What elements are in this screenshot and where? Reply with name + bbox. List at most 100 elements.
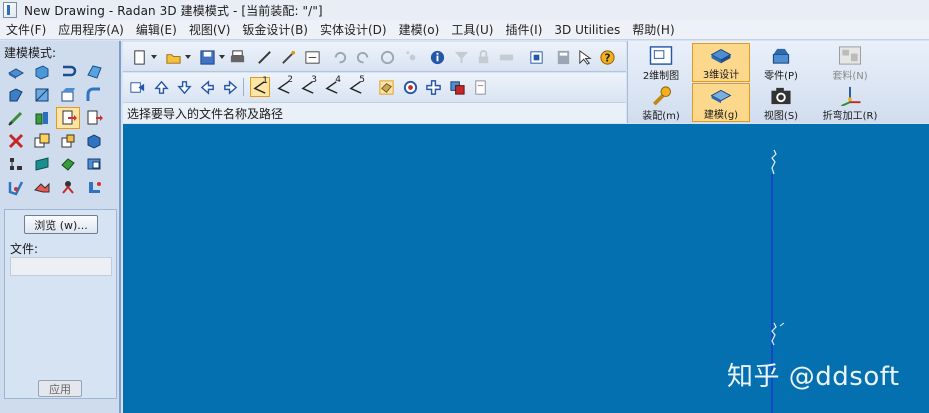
- snap-button[interactable]: [402, 47, 422, 67]
- ruler-button[interactable]: [496, 47, 516, 67]
- mode-part-button[interactable]: 零件(P): [752, 43, 810, 82]
- undo-button[interactable]: [329, 47, 349, 67]
- print-button[interactable]: [227, 47, 247, 67]
- dropdown-arrow[interactable]: [151, 55, 157, 59]
- menu-3d-utilities[interactable]: 3D Utilities: [548, 23, 626, 37]
- magic-pen-button[interactable]: [278, 47, 298, 67]
- file-path-input[interactable]: [10, 257, 112, 276]
- mode-design-3d-button[interactable]: 3维设计: [692, 43, 750, 82]
- refresh-button[interactable]: [302, 47, 322, 67]
- mode-assembly-button[interactable]: 装配(m): [632, 83, 690, 122]
- 3d-viewport[interactable]: 知乎 @ddsoft: [123, 124, 929, 413]
- save-button[interactable]: [197, 47, 217, 67]
- chamfer-icon: [35, 88, 49, 102]
- menu-help[interactable]: 帮助(H): [626, 21, 680, 38]
- bend-tool-button[interactable]: [82, 84, 106, 106]
- mode-modeling-button[interactable]: 建模(g): [692, 83, 750, 122]
- apply-button[interactable]: 应用: [38, 380, 82, 397]
- dropdown-arrow[interactable]: [219, 55, 225, 59]
- loft-tool-button[interactable]: [82, 61, 106, 83]
- modeling-tool-grid: [4, 61, 108, 199]
- filter-button[interactable]: [451, 47, 471, 67]
- menu-application[interactable]: 应用程序(A): [52, 21, 130, 38]
- nav-first-button[interactable]: [127, 77, 147, 97]
- edit-tool-button[interactable]: [4, 176, 28, 198]
- transform-tool-button[interactable]: [82, 176, 106, 198]
- mode-camera-button[interactable]: 视图(S): [752, 83, 810, 122]
- help-button[interactable]: ?: [597, 47, 617, 67]
- view-layout-3-button[interactable]: 3: [298, 75, 318, 97]
- sweep-icon: [63, 65, 77, 77]
- import-file-icon: [62, 110, 77, 125]
- shell-tool-button[interactable]: [56, 84, 80, 106]
- delete-icon: [8, 133, 24, 149]
- layers-button[interactable]: [447, 77, 467, 97]
- refresh-icon: [304, 50, 320, 64]
- menu-plugins[interactable]: 插件(I): [499, 21, 548, 38]
- align-tool-button[interactable]: [4, 153, 28, 175]
- menu-modeling[interactable]: 建模(o): [393, 21, 446, 38]
- open-button[interactable]: [163, 47, 183, 67]
- nav-left-button[interactable]: [197, 77, 217, 97]
- revolve-tool-button[interactable]: [30, 61, 54, 83]
- sweep-tool-button[interactable]: [56, 61, 80, 83]
- crosshair-button[interactable]: [423, 77, 443, 97]
- mode-bend-process-button[interactable]: 折弯加工(R): [816, 83, 884, 122]
- import-file-tool-button[interactable]: [56, 107, 80, 129]
- mode-nesting-button[interactable]: 套料(N): [816, 43, 884, 82]
- mirror-tool-button[interactable]: [82, 130, 106, 152]
- ruler-icon: [499, 54, 513, 60]
- menu-file[interactable]: 文件(F): [0, 21, 52, 38]
- nav-down-button[interactable]: [174, 77, 194, 97]
- pattern-tool-button[interactable]: [56, 130, 80, 152]
- info-button[interactable]: [427, 47, 447, 67]
- menu-edit[interactable]: 编辑(E): [130, 21, 183, 38]
- delete-tool-button[interactable]: [4, 130, 28, 152]
- view-layout-5-button[interactable]: 5: [346, 75, 366, 97]
- export-file-tool-button[interactable]: [82, 107, 106, 129]
- view-layout-number: 1: [262, 76, 268, 86]
- unite-tool-button[interactable]: [56, 153, 80, 175]
- target-button[interactable]: [400, 77, 420, 97]
- menu-view[interactable]: 视图(V): [183, 21, 237, 38]
- rotate-button[interactable]: [377, 47, 397, 67]
- chamfer-tool-button[interactable]: [30, 84, 54, 106]
- lock-icon: [478, 49, 488, 63]
- document-button[interactable]: [470, 77, 490, 97]
- menu-solid-design[interactable]: 实体设计(D): [314, 21, 393, 38]
- bend-icon: [86, 87, 100, 101]
- hole-tool-button[interactable]: [4, 107, 28, 129]
- mode-button-label: 套料(N): [832, 71, 868, 82]
- cylinder-tool-button[interactable]: [30, 107, 54, 129]
- extrude-tool-button[interactable]: [4, 61, 28, 83]
- view-layout-4-button[interactable]: 4: [322, 75, 342, 97]
- nav-up-button[interactable]: [151, 77, 171, 97]
- menu-sheet-metal[interactable]: 钣金设计(B): [236, 21, 314, 38]
- menu-tools[interactable]: 工具(U): [445, 21, 499, 38]
- align-icon: [10, 158, 22, 170]
- mode-drawing-2d-button[interactable]: 2维制图: [632, 43, 690, 82]
- shade-button[interactable]: [376, 77, 396, 97]
- subtract-tool-button[interactable]: [82, 153, 106, 175]
- grid-button[interactable]: [526, 47, 546, 67]
- layers-icon: [449, 80, 465, 95]
- copy-tool-button[interactable]: [30, 130, 54, 152]
- measure-tool-button[interactable]: [56, 176, 80, 198]
- new-file-button[interactable]: [129, 47, 149, 67]
- help-cursor-button[interactable]: [575, 47, 595, 67]
- part-icon: [772, 48, 790, 64]
- move-tool-button[interactable]: [30, 176, 54, 198]
- calculator-button[interactable]: [553, 47, 573, 67]
- view-layout-2-button[interactable]: 2: [274, 75, 294, 97]
- pen-button[interactable]: [254, 47, 274, 67]
- nav-right-button[interactable]: [220, 77, 240, 97]
- redo-button[interactable]: [353, 47, 373, 67]
- browse-button[interactable]: 浏览 (w)...: [24, 215, 98, 234]
- view-layout-1-button[interactable]: 1: [250, 76, 270, 97]
- split-tool-button[interactable]: [30, 153, 54, 175]
- lock-button[interactable]: [473, 47, 493, 67]
- dropdown-arrow[interactable]: [185, 55, 191, 59]
- svg-text:?: ?: [604, 52, 610, 64]
- fillet-tool-button[interactable]: [4, 84, 28, 106]
- nav-first-icon: [129, 81, 144, 93]
